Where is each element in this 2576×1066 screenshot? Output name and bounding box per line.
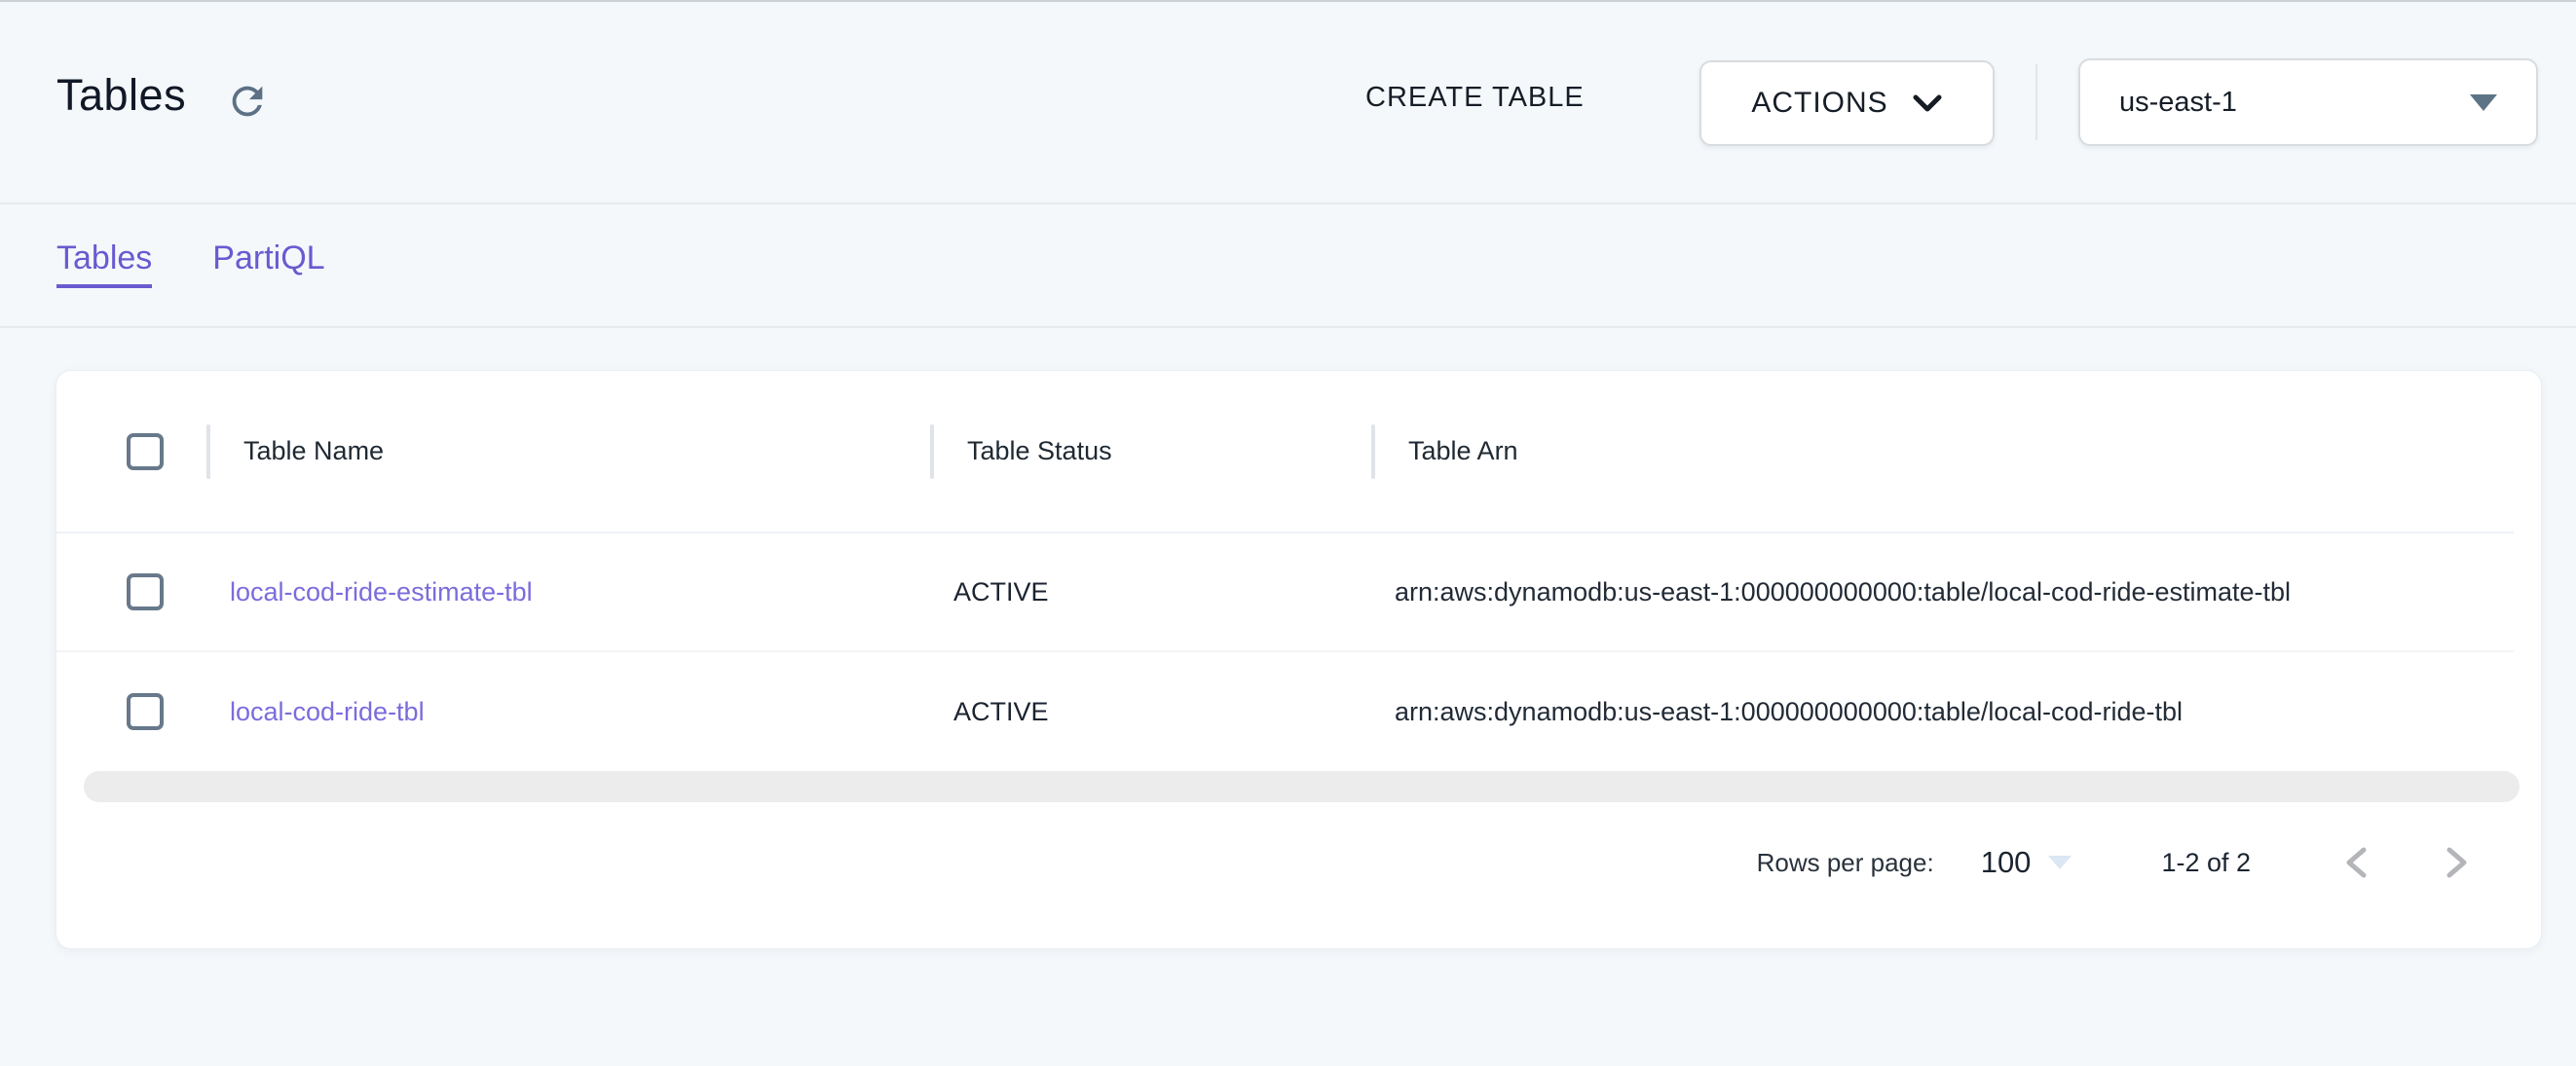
table-row: local-cod-ride-tbl ACTIVE arn:aws:dynamo… — [56, 652, 2514, 771]
page-title: Tables — [56, 70, 186, 121]
table-status-value: ACTIVE — [930, 697, 1371, 727]
column-header-table-status[interactable]: Table Status — [930, 436, 1371, 466]
row-checkbox[interactable] — [127, 693, 164, 730]
actions-button[interactable]: ACTIONS — [1699, 60, 1995, 146]
chevron-down-icon — [1912, 93, 1943, 113]
triangle-down-icon — [2470, 94, 2497, 111]
region-select-value: us-east-1 — [2119, 87, 2470, 119]
tabs-bottom-divider — [0, 326, 2576, 328]
next-page-button[interactable] — [2438, 843, 2477, 882]
table-header-row: Table Name Table Status Table Arn — [56, 371, 2514, 533]
create-table-button[interactable]: CREATE TABLE — [1365, 82, 1585, 114]
table-row: local-cod-ride-estimate-tbl ACTIVE arn:a… — [56, 533, 2514, 652]
tab-partiql[interactable]: PartiQL — [212, 239, 324, 288]
triangle-down-icon — [2048, 856, 2072, 869]
column-header-table-name[interactable]: Table Name — [206, 436, 930, 466]
horizontal-scrollbar[interactable] — [84, 771, 2520, 802]
chevron-left-icon — [2343, 846, 2369, 879]
tab-tables[interactable]: Tables — [56, 239, 152, 288]
previous-page-button[interactable] — [2336, 843, 2375, 882]
rows-per-page-label: Rows per page: — [1757, 848, 1934, 878]
chevron-right-icon — [2445, 846, 2470, 879]
select-all-checkbox[interactable] — [127, 433, 164, 470]
row-checkbox[interactable] — [127, 573, 164, 610]
refresh-button[interactable] — [222, 76, 273, 127]
rows-per-page-value: 100 — [1981, 845, 2032, 880]
actions-button-label: ACTIONS — [1751, 87, 1887, 120]
column-header-table-arn[interactable]: Table Arn — [1371, 436, 2514, 466]
header-bottom-divider — [0, 202, 2576, 204]
table-status-value: ACTIVE — [930, 577, 1371, 607]
pagination-range: 1-2 of 2 — [2161, 848, 2251, 878]
table-arn-value: arn:aws:dynamodb:us-east-1:000000000000:… — [1371, 577, 2514, 607]
header-divider — [2035, 64, 2037, 140]
rows-per-page-select[interactable]: 100 — [1981, 845, 2072, 880]
refresh-icon — [225, 79, 270, 124]
tables-card: Table Name Table Status Table Arn local-… — [56, 370, 2542, 949]
table-name-link[interactable]: local-cod-ride-tbl — [206, 697, 930, 727]
tab-bar: Tables PartiQL — [56, 239, 325, 288]
region-select[interactable]: us-east-1 — [2078, 58, 2538, 146]
table-name-link[interactable]: local-cod-ride-estimate-tbl — [206, 577, 930, 607]
table-arn-value: arn:aws:dynamodb:us-east-1:000000000000:… — [1371, 697, 2514, 727]
table-body: local-cod-ride-estimate-tbl ACTIVE arn:a… — [56, 533, 2541, 771]
pagination-bar: Rows per page: 100 1-2 of 2 — [56, 802, 2541, 923]
